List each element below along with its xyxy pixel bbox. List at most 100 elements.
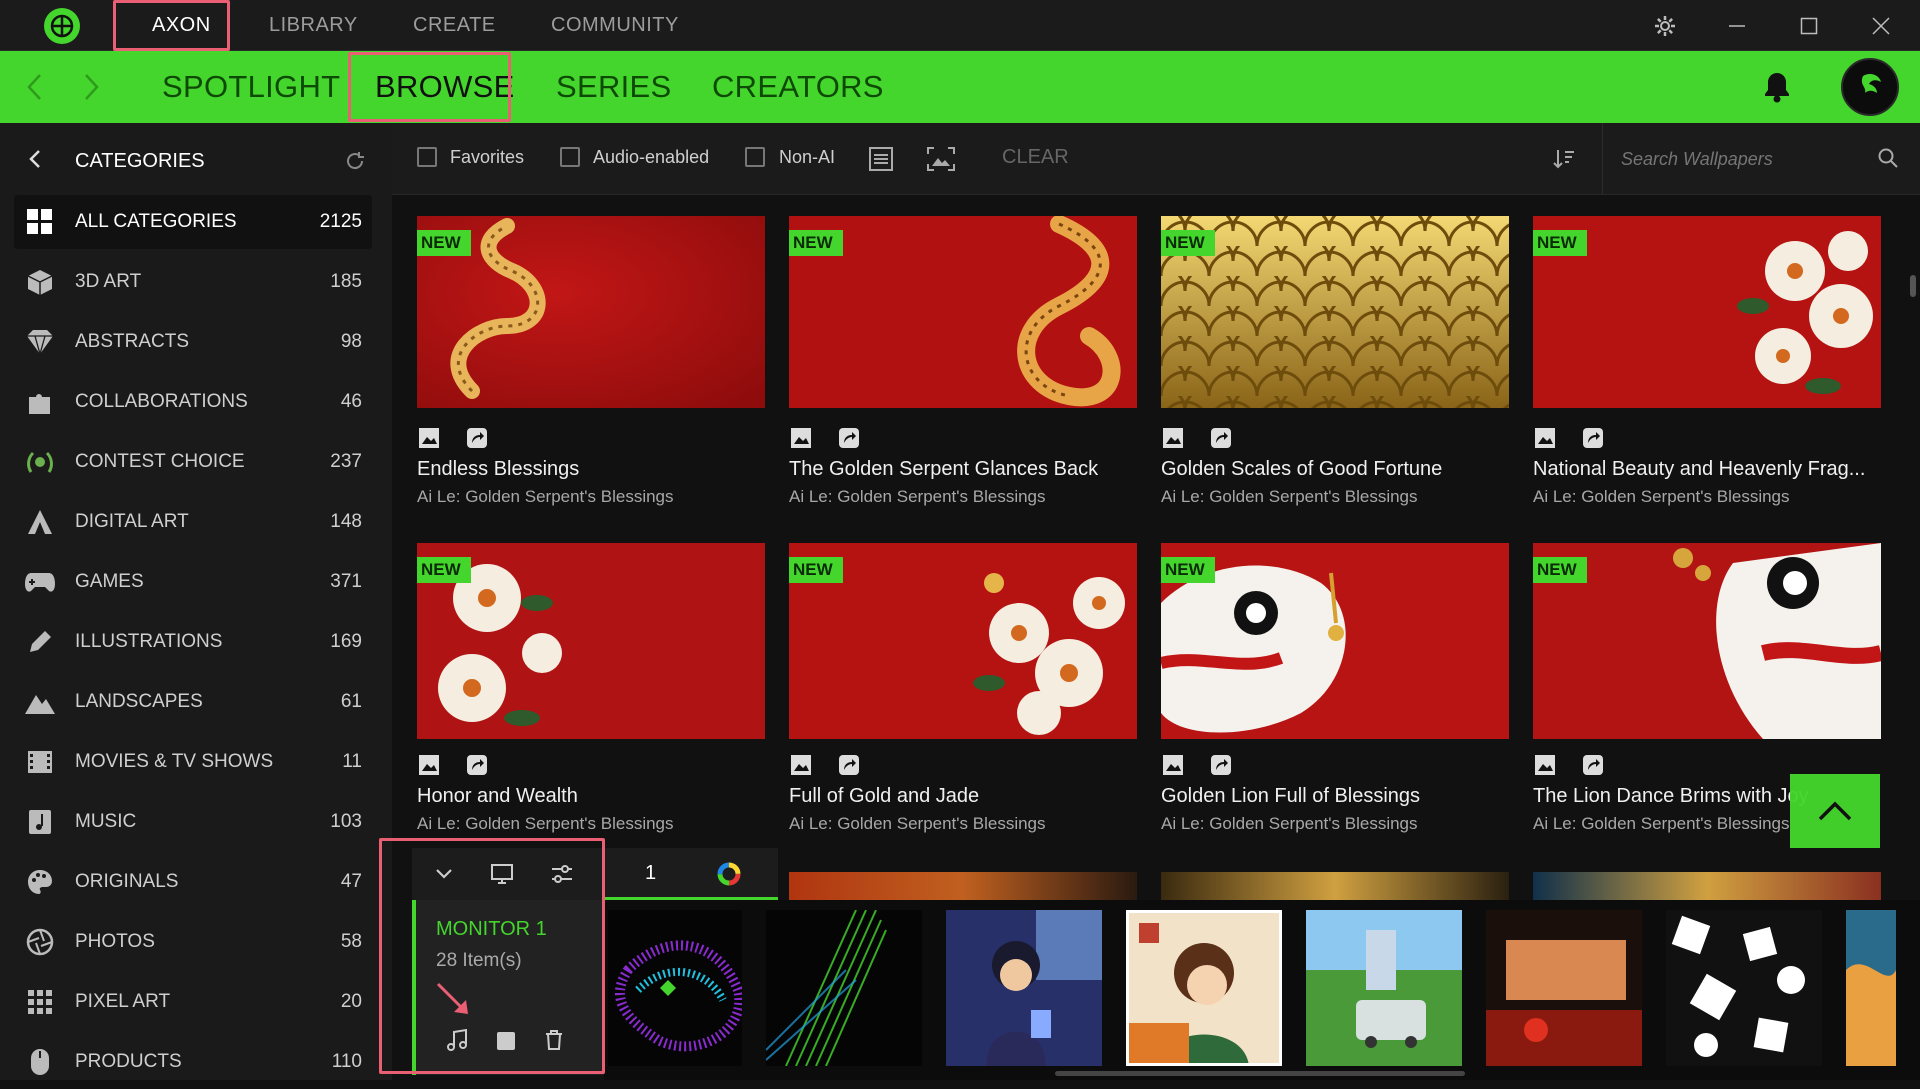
category-digital-art[interactable]: DIGITAL ART 148	[14, 495, 372, 549]
wallpaper-thumbnail[interactable]: NEW	[1533, 216, 1881, 408]
category-pixel-art[interactable]: PIXEL ART 20	[14, 975, 372, 1029]
category-collaborations[interactable]: COLLABORATIONS 46	[14, 375, 372, 429]
category-landscapes[interactable]: LANDSCAPES 61	[14, 675, 372, 729]
back-arrow-icon[interactable]	[16, 69, 52, 105]
resolution-filter-icon[interactable]	[926, 146, 956, 177]
close-icon[interactable]	[1851, 0, 1911, 51]
list-view-icon[interactable]	[868, 146, 894, 177]
playlist-thumbnail[interactable]	[766, 910, 922, 1066]
collapse-chevron-left-icon[interactable]	[28, 149, 42, 174]
playlist-thumbnail[interactable]	[608, 910, 742, 1066]
wallpaper-thumbnail[interactable]: NEW	[789, 216, 1137, 408]
playlist-thumbnail[interactable]	[1846, 910, 1896, 1066]
category-music[interactable]: MUSIC 103	[14, 795, 372, 849]
refresh-icon[interactable]	[344, 150, 366, 177]
wallpaper-title[interactable]: Golden Lion Full of Blessings	[1161, 785, 1509, 808]
forward-arrow-icon[interactable]	[74, 69, 110, 105]
category-all-categories[interactable]: ALL CATEGORIES 2125	[14, 195, 372, 249]
tab-spotlight[interactable]: SPOTLIGHT	[162, 51, 340, 123]
wallpaper-series[interactable]: Ai Le: Golden Serpent's Blessings	[1533, 487, 1790, 507]
playlist-thumbnail[interactable]	[1306, 910, 1462, 1066]
music-note-icon	[22, 804, 58, 840]
wallpaper-card[interactable]: NEW Golden Scales of Good Fortune Ai Le:…	[1161, 216, 1509, 506]
wallpaper-thumbnail[interactable]: NEW	[1161, 216, 1509, 408]
wallpaper-series[interactable]: Ai Le: Golden Serpent's Blessings	[1161, 487, 1418, 507]
wallpaper-series[interactable]: Ai Le: Golden Serpent's Blessings	[789, 814, 1046, 834]
sort-icon[interactable]	[1552, 147, 1576, 176]
razer-logo-icon[interactable]	[44, 8, 80, 44]
monitor-icon[interactable]	[490, 862, 514, 891]
card-icons	[1161, 426, 1251, 450]
category-movies-tv-shows[interactable]: MOVIES & TV SHOWS 11	[14, 735, 372, 789]
audio-enabled-checkbox[interactable]	[560, 147, 580, 167]
wallpaper-card[interactable]: NEW Golden Lion Full of Blessings Ai Le:…	[1161, 543, 1509, 833]
maximize-icon[interactable]	[1779, 0, 1839, 51]
settings-gear-icon[interactable]	[1635, 0, 1695, 51]
wallpaper-series[interactable]: Ai Le: Golden Serpent's Blessings	[417, 814, 674, 834]
wallpaper-series[interactable]: Ai Le: Golden Serpent's Blessings	[1161, 814, 1418, 834]
category-games[interactable]: GAMES 371	[14, 555, 372, 609]
playlist-thumbnail[interactable]	[1486, 910, 1642, 1066]
topnav-community[interactable]: COMMUNITY	[551, 0, 679, 51]
wallpaper-thumbnail[interactable]: NEW	[1533, 543, 1881, 739]
horizontal-scrollbar[interactable]	[1055, 1071, 1465, 1076]
search-input[interactable]	[1619, 143, 1859, 175]
trash-icon[interactable]	[544, 1029, 564, 1056]
non-ai-checkbox[interactable]	[745, 147, 765, 167]
playlist-page-number[interactable]: 1	[645, 862, 656, 885]
topnav-create[interactable]: CREATE	[413, 0, 496, 51]
category-count: 237	[330, 451, 362, 472]
wallpaper-card[interactable]: NEW National Beauty and Heavenly Frag...…	[1533, 216, 1881, 506]
wallpaper-card[interactable]: NEW Full of Gold and Jade Ai Le: Golden …	[789, 543, 1137, 833]
topnav-library[interactable]: LIBRARY	[269, 0, 358, 51]
color-wheel-icon[interactable]	[717, 862, 741, 891]
wallpaper-card[interactable]: NEW The Lion Dance Brims with Joy Ai Le:…	[1533, 543, 1881, 833]
sliders-icon[interactable]	[550, 862, 574, 891]
category-products[interactable]: PRODUCTS 110	[14, 1035, 372, 1089]
playlist-thumbnail[interactable]	[1666, 910, 1822, 1066]
user-avatar[interactable]	[1841, 58, 1899, 116]
categories-title: CATEGORIES	[75, 150, 205, 172]
category-photos[interactable]: PHOTOS 58	[14, 915, 372, 969]
tab-creators[interactable]: CREATORS	[712, 51, 884, 123]
stop-icon[interactable]	[496, 1031, 516, 1056]
wallpaper-card[interactable]: NEW Endless Blessings Ai Le: Golden Serp…	[417, 216, 765, 506]
new-badge: NEW	[789, 230, 843, 256]
notification-bell-icon[interactable]	[1757, 67, 1797, 107]
wallpaper-title[interactable]: The Golden Serpent Glances Back	[789, 458, 1137, 481]
wallpaper-thumbnail[interactable]: NEW	[789, 543, 1137, 739]
scroll-to-top-button[interactable]	[1790, 774, 1880, 848]
wallpaper-title[interactable]: Full of Gold and Jade	[789, 785, 1137, 808]
wallpaper-thumbnail[interactable]: NEW	[417, 216, 765, 408]
category-3d-art[interactable]: 3D ART 185	[14, 255, 372, 309]
music-note-icon[interactable]	[446, 1028, 468, 1057]
favorites-checkbox[interactable]	[417, 147, 437, 167]
vertical-scrollbar[interactable]	[1910, 275, 1916, 297]
category-contest-choice[interactable]: CONTEST CHOICE 237	[14, 435, 372, 489]
category-originals[interactable]: ORIGINALS 47	[14, 855, 372, 909]
minimize-icon[interactable]	[1707, 0, 1767, 51]
wallpaper-title[interactable]: Golden Scales of Good Fortune	[1161, 458, 1509, 481]
playlist-thumbnail-selected[interactable]	[1126, 910, 1282, 1066]
playlist-thumbnail[interactable]	[946, 910, 1102, 1066]
category-label: PIXEL ART	[75, 991, 171, 1012]
clear-filters-button[interactable]: CLEAR	[1002, 146, 1069, 169]
category-illustrations[interactable]: ILLUSTRATIONS 169	[14, 615, 372, 669]
tab-series[interactable]: SERIES	[556, 51, 672, 123]
wallpaper-card[interactable]: NEW The Golden Serpent Glances Back Ai L…	[789, 216, 1137, 506]
category-abstracts[interactable]: ABSTRACTS 98	[14, 315, 372, 369]
wallpaper-series[interactable]: Ai Le: Golden Serpent's Blessings	[789, 487, 1046, 507]
tab-browse[interactable]: BROWSE	[375, 51, 515, 123]
topnav-axon[interactable]: AXON	[152, 0, 211, 51]
wallpaper-thumbnail[interactable]: NEW	[1161, 543, 1509, 739]
wallpaper-title[interactable]: Endless Blessings	[417, 458, 765, 481]
wallpaper-series[interactable]: Ai Le: Golden Serpent's Blessings	[1533, 814, 1790, 834]
image-type-and-share-icon	[419, 428, 487, 448]
wallpaper-title[interactable]: National Beauty and Heavenly Frag...	[1533, 458, 1881, 481]
wallpaper-thumbnail[interactable]: NEW	[417, 543, 765, 739]
search-icon[interactable]	[1877, 147, 1899, 174]
wallpaper-card[interactable]: NEW Honor and Wealth Ai Le: Golden Serpe…	[417, 543, 765, 833]
wallpaper-series[interactable]: Ai Le: Golden Serpent's Blessings	[417, 487, 674, 507]
chevron-down-icon[interactable]	[434, 864, 454, 889]
wallpaper-title[interactable]: Honor and Wealth	[417, 785, 765, 808]
